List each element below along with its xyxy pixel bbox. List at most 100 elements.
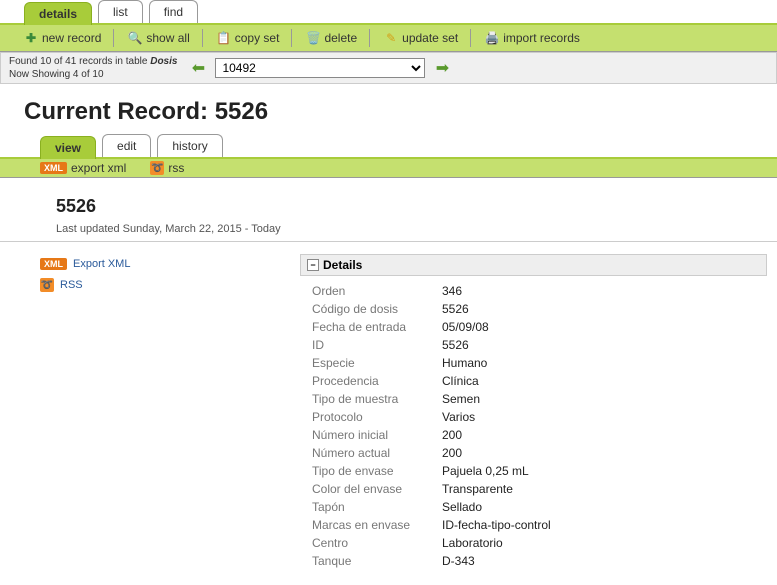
xml-icon: XML <box>40 258 67 270</box>
field-value: Clínica <box>442 374 479 388</box>
field-row: Color del envaseTransparente <box>312 480 755 498</box>
pencil-icon: ✎ <box>384 31 398 45</box>
tab-find[interactable]: find <box>149 0 198 23</box>
sidebar: XML Export XML ➰ RSS <box>40 254 280 576</box>
top-tabs: details list find <box>0 0 777 25</box>
field-row: Marcas en envaseID-fecha-tipo-control <box>312 516 755 534</box>
sidebar-rss[interactable]: ➰ RSS <box>40 278 280 292</box>
sidebar-export-xml-label: Export XML <box>73 258 130 270</box>
rss-icon: ➰ <box>40 278 54 292</box>
record-select[interactable]: 10492 <box>215 58 425 78</box>
field-value: 05/09/08 <box>442 320 489 334</box>
copy-icon: 📋 <box>217 31 231 45</box>
field-label: Especie <box>312 356 442 370</box>
tab-details[interactable]: details <box>24 2 92 25</box>
field-label: Tipo de muestra <box>312 392 442 406</box>
new-record-button[interactable]: ✚ new record <box>24 29 114 47</box>
sub-tabs: view edit history <box>0 134 777 159</box>
tab-list[interactable]: list <box>98 0 143 23</box>
delete-icon: 🗑️ <box>306 31 320 45</box>
field-value: Pajuela 0,25 mL <box>442 464 529 478</box>
export-xml-button[interactable]: XML export xml <box>40 161 126 175</box>
field-row: ProtocoloVarios <box>312 408 755 426</box>
field-row: Fecha de entrada05/09/08 <box>312 318 755 336</box>
field-label: Código de dosis <box>312 302 442 316</box>
field-label: Centro <box>312 536 442 550</box>
field-row: Orden346 <box>312 282 755 300</box>
field-row: CentroLaboratorio <box>312 534 755 552</box>
field-value: 5526 <box>442 338 469 352</box>
field-value: 5526 <box>442 302 469 316</box>
field-value: Sellado <box>442 500 482 514</box>
field-value: Humano <box>442 356 487 370</box>
field-label: Número inicial <box>312 428 442 442</box>
update-set-button[interactable]: ✎ update set <box>378 29 471 47</box>
field-value: 346 <box>442 284 462 298</box>
field-label: ID <box>312 338 442 352</box>
sidebar-export-xml[interactable]: XML Export XML <box>40 258 280 270</box>
field-value: ID-fecha-tipo-control <box>442 518 551 532</box>
import-records-button[interactable]: 🖨️ import records <box>479 29 592 47</box>
delete-button[interactable]: 🗑️ delete <box>300 29 370 47</box>
field-row: EspecieHumano <box>312 354 755 372</box>
details-panel: − Details Orden346Código de dosis5526Fec… <box>300 254 767 576</box>
export-xml-label: export xml <box>71 161 126 175</box>
details-header: − Details <box>300 254 767 276</box>
update-set-label: update set <box>402 31 458 45</box>
field-value: Semen <box>442 392 480 406</box>
field-label: Procedencia <box>312 374 442 388</box>
field-row: ProcedenciaClínica <box>312 372 755 390</box>
tab-view[interactable]: view <box>40 136 96 159</box>
rss-icon: ➰ <box>150 161 164 175</box>
add-icon: ✚ <box>24 31 38 45</box>
field-label: Tanque <box>312 554 442 568</box>
rss-button[interactable]: ➰ rss <box>150 161 184 175</box>
copy-set-label: copy set <box>235 31 280 45</box>
field-label: Orden <box>312 284 442 298</box>
field-label: Color del envase <box>312 482 442 496</box>
field-value: Varios <box>442 410 475 424</box>
rss-label: rss <box>168 161 184 175</box>
field-label: Tipo de envase <box>312 464 442 478</box>
record-header: 5526 Last updated Sunday, March 22, 2015… <box>0 178 777 242</box>
details-title: Details <box>323 258 362 272</box>
field-row: Tipo de envasePajuela 0,25 mL <box>312 462 755 480</box>
page-title: Current Record: 5526 <box>0 84 777 134</box>
xml-icon: XML <box>40 162 67 174</box>
import-records-label: import records <box>503 31 580 45</box>
field-label: Fecha de entrada <box>312 320 442 334</box>
prev-record-button[interactable]: ⬅ <box>187 58 209 78</box>
field-value: Transparente <box>442 482 513 496</box>
tab-edit[interactable]: edit <box>102 134 151 157</box>
field-label: Protocolo <box>312 410 442 424</box>
new-record-label: new record <box>42 31 101 45</box>
field-row: ID5526 <box>312 336 755 354</box>
next-record-button[interactable]: ➡ <box>431 58 453 78</box>
field-row: Número actual200 <box>312 444 755 462</box>
field-row: TapónSellado <box>312 498 755 516</box>
show-all-label: show all <box>146 31 189 45</box>
record-id: 5526 <box>56 196 737 217</box>
sidebar-rss-label: RSS <box>60 279 83 291</box>
field-label: Tapón <box>312 500 442 514</box>
content-area: XML Export XML ➰ RSS − Details Orden346C… <box>0 254 777 576</box>
zoom-out-icon: 🔍 <box>128 31 142 45</box>
last-updated: Last updated Sunday, March 22, 2015 - To… <box>56 223 737 235</box>
show-all-button[interactable]: 🔍 show all <box>122 29 202 47</box>
field-value: D-343 <box>442 554 475 568</box>
delete-label: delete <box>324 31 357 45</box>
field-value: 200 <box>442 446 462 460</box>
collapse-button[interactable]: − <box>307 259 319 271</box>
field-list: Orden346Código de dosis5526Fecha de entr… <box>300 276 767 576</box>
tab-history[interactable]: history <box>157 134 222 157</box>
sub-toolbar: XML export xml ➰ rss <box>0 159 777 178</box>
main-toolbar: ✚ new record 🔍 show all 📋 copy set 🗑️ de… <box>0 25 777 52</box>
nav-info: Found 10 of 41 records in table Dosis No… <box>5 55 181 81</box>
field-row: Tipo de muestraSemen <box>312 390 755 408</box>
import-icon: 🖨️ <box>485 31 499 45</box>
field-value: 200 <box>442 428 462 442</box>
copy-set-button[interactable]: 📋 copy set <box>211 29 293 47</box>
field-row: Número inicial200 <box>312 426 755 444</box>
field-row: Código de dosis5526 <box>312 300 755 318</box>
field-label: Marcas en envase <box>312 518 442 532</box>
